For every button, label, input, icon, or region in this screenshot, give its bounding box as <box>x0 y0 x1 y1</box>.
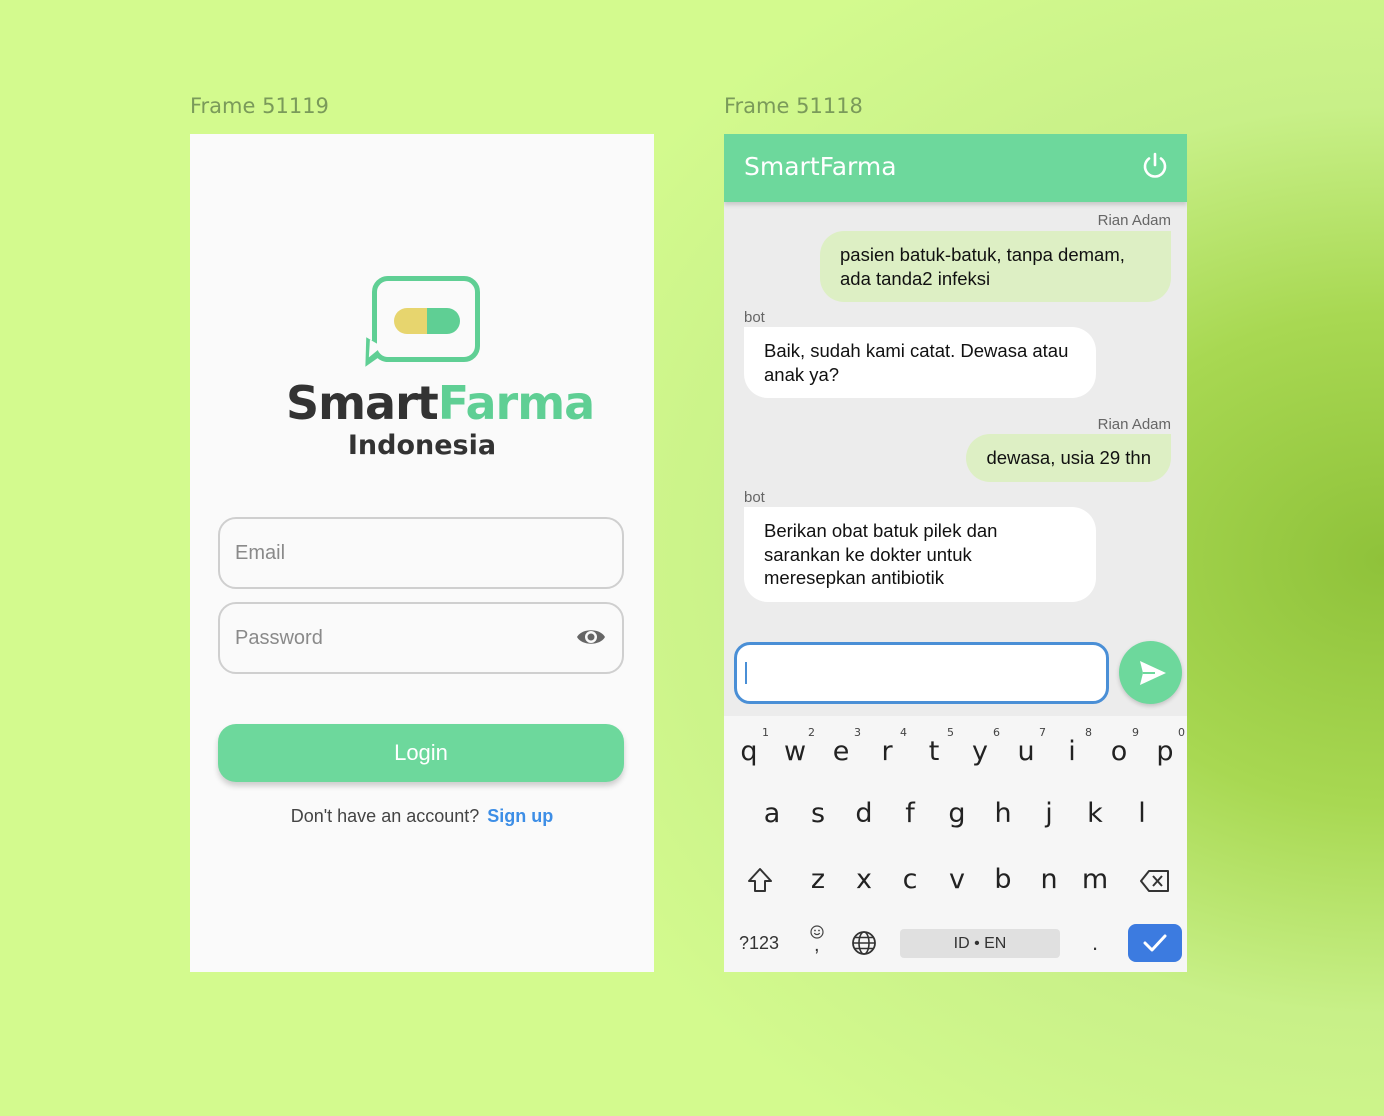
message-sender: Rian Adam <box>1097 212 1171 229</box>
key-x[interactable]: x <box>844 864 884 895</box>
key-h[interactable]: h <box>983 798 1023 829</box>
key-v[interactable]: v <box>937 864 977 895</box>
password-field[interactable] <box>218 602 624 674</box>
key-f[interactable]: f <box>890 798 930 829</box>
send-icon <box>1139 661 1166 685</box>
key-e[interactable]: e3 <box>821 726 861 767</box>
brand-subtitle: Indonesia <box>347 430 497 461</box>
signup-link[interactable]: Sign up <box>487 806 553 826</box>
brand-name: SmartFarma <box>286 376 595 430</box>
key-b[interactable]: b <box>983 864 1023 895</box>
chat-screen: SmartFarma Rian Adam pasien batuk-batuk,… <box>724 134 1187 972</box>
key-m[interactable]: m <box>1075 864 1115 895</box>
login-button[interactable]: Login <box>218 724 624 782</box>
on-screen-keyboard: q1 w2 e3 r4 t5 y6 u7 i8 o9 p0 a s d f g … <box>724 716 1187 972</box>
message-sender: bot <box>744 309 765 326</box>
email-field[interactable] <box>218 517 624 589</box>
frame-label-login: Frame 51119 <box>190 94 329 118</box>
key-q[interactable]: q1 <box>729 726 769 767</box>
backspace-icon[interactable] <box>1139 868 1171 894</box>
text-caret <box>745 662 747 684</box>
key-s[interactable]: s <box>798 798 838 829</box>
key-c[interactable]: c <box>890 864 930 895</box>
smartfarma-logo: SmartFarma Indonesia <box>286 272 595 462</box>
frame-label-chat: Frame 51118 <box>724 94 863 118</box>
key-z[interactable]: z <box>798 864 838 895</box>
eye-icon[interactable] <box>576 626 606 648</box>
signup-prompt: Don't have an account? <box>290 806 480 826</box>
key-k[interactable]: k <box>1075 798 1115 829</box>
power-icon[interactable] <box>1141 152 1169 180</box>
capsule-icon <box>394 308 460 334</box>
key-j[interactable]: j <box>1029 798 1069 829</box>
key-t[interactable]: t5 <box>914 726 954 767</box>
key-o[interactable]: o9 <box>1099 726 1139 767</box>
message-sender: Rian Adam <box>1097 416 1171 433</box>
message-input-field[interactable] <box>734 642 1109 704</box>
key-r[interactable]: r4 <box>867 726 907 767</box>
signup-row: Don't have an account? Sign up <box>190 806 654 827</box>
key-a[interactable]: a <box>752 798 792 829</box>
app-title: SmartFarma <box>744 152 897 181</box>
key-w[interactable]: w2 <box>775 726 815 767</box>
password-input[interactable] <box>220 604 622 672</box>
symbols-key[interactable]: ?123 <box>739 933 779 954</box>
key-p[interactable]: p0 <box>1145 726 1185 767</box>
key-i[interactable]: i8 <box>1052 726 1092 767</box>
email-input[interactable] <box>220 519 622 587</box>
user-message: dewasa, usia 29 thn <box>966 434 1171 482</box>
space-key[interactable]: ID • EN <box>900 929 1060 958</box>
app-bar: SmartFarma <box>724 134 1187 202</box>
message-sender: bot <box>744 489 765 506</box>
checkmark-icon <box>1143 934 1167 952</box>
key-u[interactable]: u7 <box>1006 726 1046 767</box>
shift-icon[interactable] <box>746 866 774 894</box>
done-key[interactable] <box>1128 924 1182 962</box>
comma-key[interactable]: , <box>814 934 820 957</box>
user-message: pasien batuk-batuk, tanpa demam, ada tan… <box>820 231 1171 302</box>
key-n[interactable]: n <box>1029 864 1069 895</box>
send-button[interactable] <box>1119 641 1182 704</box>
period-key[interactable]: . <box>1092 930 1098 956</box>
key-d[interactable]: d <box>844 798 884 829</box>
globe-icon[interactable] <box>851 930 877 956</box>
bot-message: Berikan obat batuk pilek dan sarankan ke… <box>744 507 1096 602</box>
key-g[interactable]: g <box>937 798 977 829</box>
login-screen: SmartFarma Indonesia Login Don't have an… <box>190 134 654 972</box>
key-y[interactable]: y6 <box>960 726 1000 767</box>
bot-message: Baik, sudah kami catat. Dewasa atau anak… <box>744 327 1096 398</box>
message-input[interactable] <box>737 645 1106 701</box>
key-l[interactable]: l <box>1122 798 1162 829</box>
